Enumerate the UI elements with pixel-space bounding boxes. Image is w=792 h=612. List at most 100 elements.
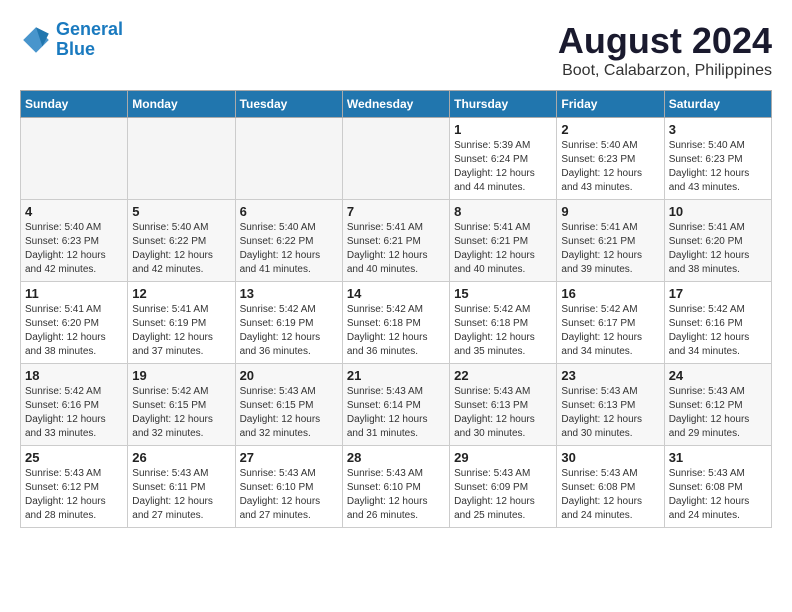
day-info: Sunrise: 5:41 AM Sunset: 6:21 PM Dayligh…: [347, 221, 445, 277]
calendar-cell: 31 Sunrise: 5:43 AM Sunset: 6:08 PM Dayli…: [664, 446, 771, 528]
calendar-cell: 5 Sunrise: 5:40 AM Sunset: 6:22 PM Daylig…: [128, 200, 235, 282]
day-number: 27: [240, 450, 338, 465]
calendar-table: SundayMondayTuesdayWednesdayThursdayFrid…: [20, 90, 772, 528]
day-info: Sunrise: 5:40 AM Sunset: 6:22 PM Dayligh…: [240, 221, 338, 277]
header-row: SundayMondayTuesdayWednesdayThursdayFrid…: [21, 91, 772, 118]
day-number: 10: [669, 204, 767, 219]
day-info: Sunrise: 5:41 AM Sunset: 6:21 PM Dayligh…: [561, 221, 659, 277]
day-number: 31: [669, 450, 767, 465]
calendar-cell: 9Sunrise: 5:41 AM Sunset: 6:21 PM Daylig…: [557, 200, 664, 282]
day-info: Sunrise: 5:43 AM Sunset: 6:08 PM Dayligh…: [561, 467, 659, 523]
calendar-cell: 14 Sunrise: 5:42 AM Sunset: 6:18 PM Dayli…: [342, 282, 449, 364]
calendar-cell: 1 Sunrise: 5:39 AM Sunset: 6:24 PM Daylig…: [450, 118, 557, 200]
calendar-cell: 4 Sunrise: 5:40 AM Sunset: 6:23 PM Daylig…: [21, 200, 128, 282]
calendar-cell: 16 Sunrise: 5:42 AM Sunset: 6:17 PM Dayli…: [557, 282, 664, 364]
day-info: Sunrise: 5:40 AM Sunset: 6:23 PM Dayligh…: [25, 221, 123, 277]
calendar-cell: 29Sunrise: 5:43 AM Sunset: 6:09 PM Dayli…: [450, 446, 557, 528]
calendar-cell: 12 Sunrise: 5:41 AM Sunset: 6:19 PM Dayli…: [128, 282, 235, 364]
day-number: 23: [561, 368, 659, 383]
day-info: Sunrise: 5:41 AM Sunset: 6:20 PM Dayligh…: [669, 221, 767, 277]
day-number: 12: [132, 286, 230, 301]
logo: General Blue: [20, 20, 123, 60]
calendar-cell: [342, 118, 449, 200]
day-number: 28: [347, 450, 445, 465]
calendar-cell: 17 Sunrise: 5:42 AM Sunset: 6:16 PM Dayli…: [664, 282, 771, 364]
day-number: 11: [25, 286, 123, 301]
day-info: Sunrise: 5:43 AM Sunset: 6:11 PM Dayligh…: [132, 467, 230, 523]
header-sunday: Sunday: [21, 91, 128, 118]
calendar-cell: 23 Sunrise: 5:43 AM Sunset: 6:13 PM Dayli…: [557, 364, 664, 446]
day-info: Sunrise: 5:43 AM Sunset: 6:08 PM Dayligh…: [669, 467, 767, 523]
calendar-cell: 2 Sunrise: 5:40 AM Sunset: 6:23 PM Daylig…: [557, 118, 664, 200]
calendar-cell: 7Sunrise: 5:41 AM Sunset: 6:21 PM Daylig…: [342, 200, 449, 282]
header-friday: Friday: [557, 91, 664, 118]
calendar-cell: [128, 118, 235, 200]
header-saturday: Saturday: [664, 91, 771, 118]
day-info: Sunrise: 5:43 AM Sunset: 6:12 PM Dayligh…: [25, 467, 123, 523]
subtitle: Boot, Calabarzon, Philippines: [558, 62, 772, 80]
logo-icon: [20, 24, 52, 56]
day-info: Sunrise: 5:41 AM Sunset: 6:19 PM Dayligh…: [132, 303, 230, 359]
day-number: 6: [240, 204, 338, 219]
day-info: Sunrise: 5:43 AM Sunset: 6:10 PM Dayligh…: [240, 467, 338, 523]
calendar-cell: 15 Sunrise: 5:42 AM Sunset: 6:18 PM Dayli…: [450, 282, 557, 364]
day-number: 17: [669, 286, 767, 301]
day-number: 15: [454, 286, 552, 301]
day-number: 1: [454, 122, 552, 137]
header-wednesday: Wednesday: [342, 91, 449, 118]
calendar-cell: 10 Sunrise: 5:41 AM Sunset: 6:20 PM Dayli…: [664, 200, 771, 282]
day-info: Sunrise: 5:43 AM Sunset: 6:13 PM Dayligh…: [561, 385, 659, 441]
day-number: 2: [561, 122, 659, 137]
day-info: Sunrise: 5:39 AM Sunset: 6:24 PM Dayligh…: [454, 139, 552, 195]
calendar-cell: 19 Sunrise: 5:42 AM Sunset: 6:15 PM Dayli…: [128, 364, 235, 446]
day-info: Sunrise: 5:42 AM Sunset: 6:17 PM Dayligh…: [561, 303, 659, 359]
day-number: 24: [669, 368, 767, 383]
day-number: 21: [347, 368, 445, 383]
day-number: 13: [240, 286, 338, 301]
day-info: Sunrise: 5:42 AM Sunset: 6:18 PM Dayligh…: [347, 303, 445, 359]
calendar-cell: 21 Sunrise: 5:43 AM Sunset: 6:14 PM Dayli…: [342, 364, 449, 446]
day-number: 29: [454, 450, 552, 465]
day-number: 30: [561, 450, 659, 465]
day-number: 4: [25, 204, 123, 219]
logo-text: General Blue: [56, 20, 123, 60]
day-number: 22: [454, 368, 552, 383]
calendar-cell: 25Sunrise: 5:43 AM Sunset: 6:12 PM Dayli…: [21, 446, 128, 528]
day-info: Sunrise: 5:40 AM Sunset: 6:23 PM Dayligh…: [561, 139, 659, 195]
calendar-cell: 6 Sunrise: 5:40 AM Sunset: 6:22 PM Daylig…: [235, 200, 342, 282]
week-row-0: 1 Sunrise: 5:39 AM Sunset: 6:24 PM Daylig…: [21, 118, 772, 200]
calendar-cell: 22 Sunrise: 5:43 AM Sunset: 6:13 PM Dayli…: [450, 364, 557, 446]
day-number: 8: [454, 204, 552, 219]
day-info: Sunrise: 5:41 AM Sunset: 6:21 PM Dayligh…: [454, 221, 552, 277]
week-row-1: 4 Sunrise: 5:40 AM Sunset: 6:23 PM Daylig…: [21, 200, 772, 282]
calendar-cell: 30 Sunrise: 5:43 AM Sunset: 6:08 PM Dayli…: [557, 446, 664, 528]
calendar-cell: 28Sunrise: 5:43 AM Sunset: 6:10 PM Dayli…: [342, 446, 449, 528]
calendar-cell: 18 Sunrise: 5:42 AM Sunset: 6:16 PM Dayli…: [21, 364, 128, 446]
day-info: Sunrise: 5:42 AM Sunset: 6:15 PM Dayligh…: [132, 385, 230, 441]
day-info: Sunrise: 5:43 AM Sunset: 6:12 PM Dayligh…: [669, 385, 767, 441]
day-number: 14: [347, 286, 445, 301]
day-info: Sunrise: 5:42 AM Sunset: 6:18 PM Dayligh…: [454, 303, 552, 359]
day-number: 18: [25, 368, 123, 383]
day-number: 5: [132, 204, 230, 219]
calendar-cell: 3Sunrise: 5:40 AM Sunset: 6:23 PM Daylig…: [664, 118, 771, 200]
day-number: 19: [132, 368, 230, 383]
page-header: General Blue August 2024 Boot, Calabarzo…: [20, 20, 772, 80]
day-info: Sunrise: 5:43 AM Sunset: 6:14 PM Dayligh…: [347, 385, 445, 441]
day-info: Sunrise: 5:42 AM Sunset: 6:19 PM Dayligh…: [240, 303, 338, 359]
day-info: Sunrise: 5:41 AM Sunset: 6:20 PM Dayligh…: [25, 303, 123, 359]
calendar-cell: 24 Sunrise: 5:43 AM Sunset: 6:12 PM Dayli…: [664, 364, 771, 446]
calendar-cell: [21, 118, 128, 200]
day-info: Sunrise: 5:40 AM Sunset: 6:23 PM Dayligh…: [669, 139, 767, 195]
day-info: Sunrise: 5:43 AM Sunset: 6:13 PM Dayligh…: [454, 385, 552, 441]
day-number: 26: [132, 450, 230, 465]
calendar-cell: 20Sunrise: 5:43 AM Sunset: 6:15 PM Dayli…: [235, 364, 342, 446]
calendar-cell: 13 Sunrise: 5:42 AM Sunset: 6:19 PM Dayli…: [235, 282, 342, 364]
day-info: Sunrise: 5:42 AM Sunset: 6:16 PM Dayligh…: [669, 303, 767, 359]
day-info: Sunrise: 5:42 AM Sunset: 6:16 PM Dayligh…: [25, 385, 123, 441]
calendar-cell: 26 Sunrise: 5:43 AM Sunset: 6:11 PM Dayli…: [128, 446, 235, 528]
week-row-4: 25Sunrise: 5:43 AM Sunset: 6:12 PM Dayli…: [21, 446, 772, 528]
day-number: 16: [561, 286, 659, 301]
day-info: Sunrise: 5:40 AM Sunset: 6:22 PM Dayligh…: [132, 221, 230, 277]
day-info: Sunrise: 5:43 AM Sunset: 6:15 PM Dayligh…: [240, 385, 338, 441]
